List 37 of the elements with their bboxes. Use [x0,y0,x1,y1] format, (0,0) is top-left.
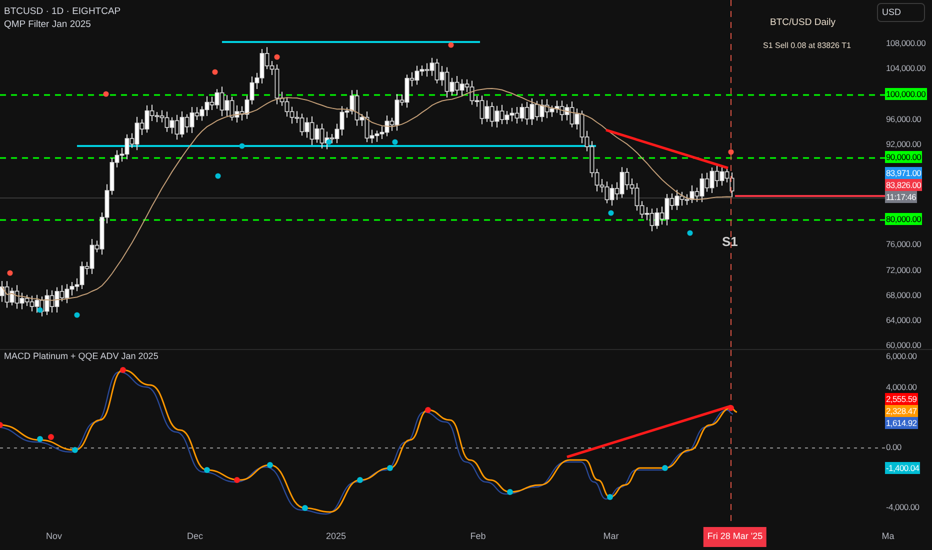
axis-tick-label: 68,000.00 [885,289,922,301]
value-badge: -1,400.04 [885,462,920,474]
currency-button[interactable]: USD [877,3,925,22]
chart-title: BTC/USD Daily [770,16,836,30]
value-badge: 2,555.59 [885,393,918,405]
price-level-badge: 90,000.00 [885,151,922,163]
axis-tick-label: 60,000.00 [885,339,922,351]
value-badge: 83,826.00 [885,179,922,191]
axis-tick-label: 0.00 [885,441,902,453]
indicator-title: QMP Filter Jan 2025 [4,18,92,31]
axis-tick-label: 6,000.00 [885,350,918,362]
axis-tick-label: 4,000.00 [885,381,918,393]
value-badge: 2,328.47 [885,405,918,417]
time-tick-label: Mar [603,530,619,543]
time-tick-label: Ma [882,530,894,543]
price-level-badge: 80,000.00 [885,213,922,225]
symbol-title: BTCUSD · 1D · EIGHTCAP [4,5,121,18]
time-tick-label: Dec [187,530,203,543]
time-tick-label: Feb [470,530,486,543]
time-tick-label: Nov [46,530,62,543]
cursor-date-badge: Fri 28 Mar '25 [703,527,767,546]
time-tick-label: 2025 [326,530,346,543]
axis-tick-label: 76,000.00 [885,238,922,250]
value-badge: 11:17:46 [885,191,918,203]
value-badge: 1,614.92 [885,417,918,429]
signal-marker: S1 [722,233,738,251]
axis-tick-label: 108,000.00 [885,37,927,49]
axis-tick-label: 72,000.00 [885,264,922,276]
axis-tick-label: -4,000.00 [885,501,920,513]
signal-text: S1 Sell 0.08 at 83826 T1 [763,40,851,52]
oscillator-title: MACD Platinum + QQE ADV Jan 2025 [4,351,158,362]
axis-tick-label: 64,000.00 [885,314,922,326]
value-badge: 83,971.00 [885,167,922,179]
price-level-badge: 100,000.00 [885,88,927,100]
axis-tick-label: 104,000.00 [885,62,927,74]
axis-tick-label: 96,000.00 [885,113,922,125]
axis-tick-label: 92,000.00 [885,138,922,150]
